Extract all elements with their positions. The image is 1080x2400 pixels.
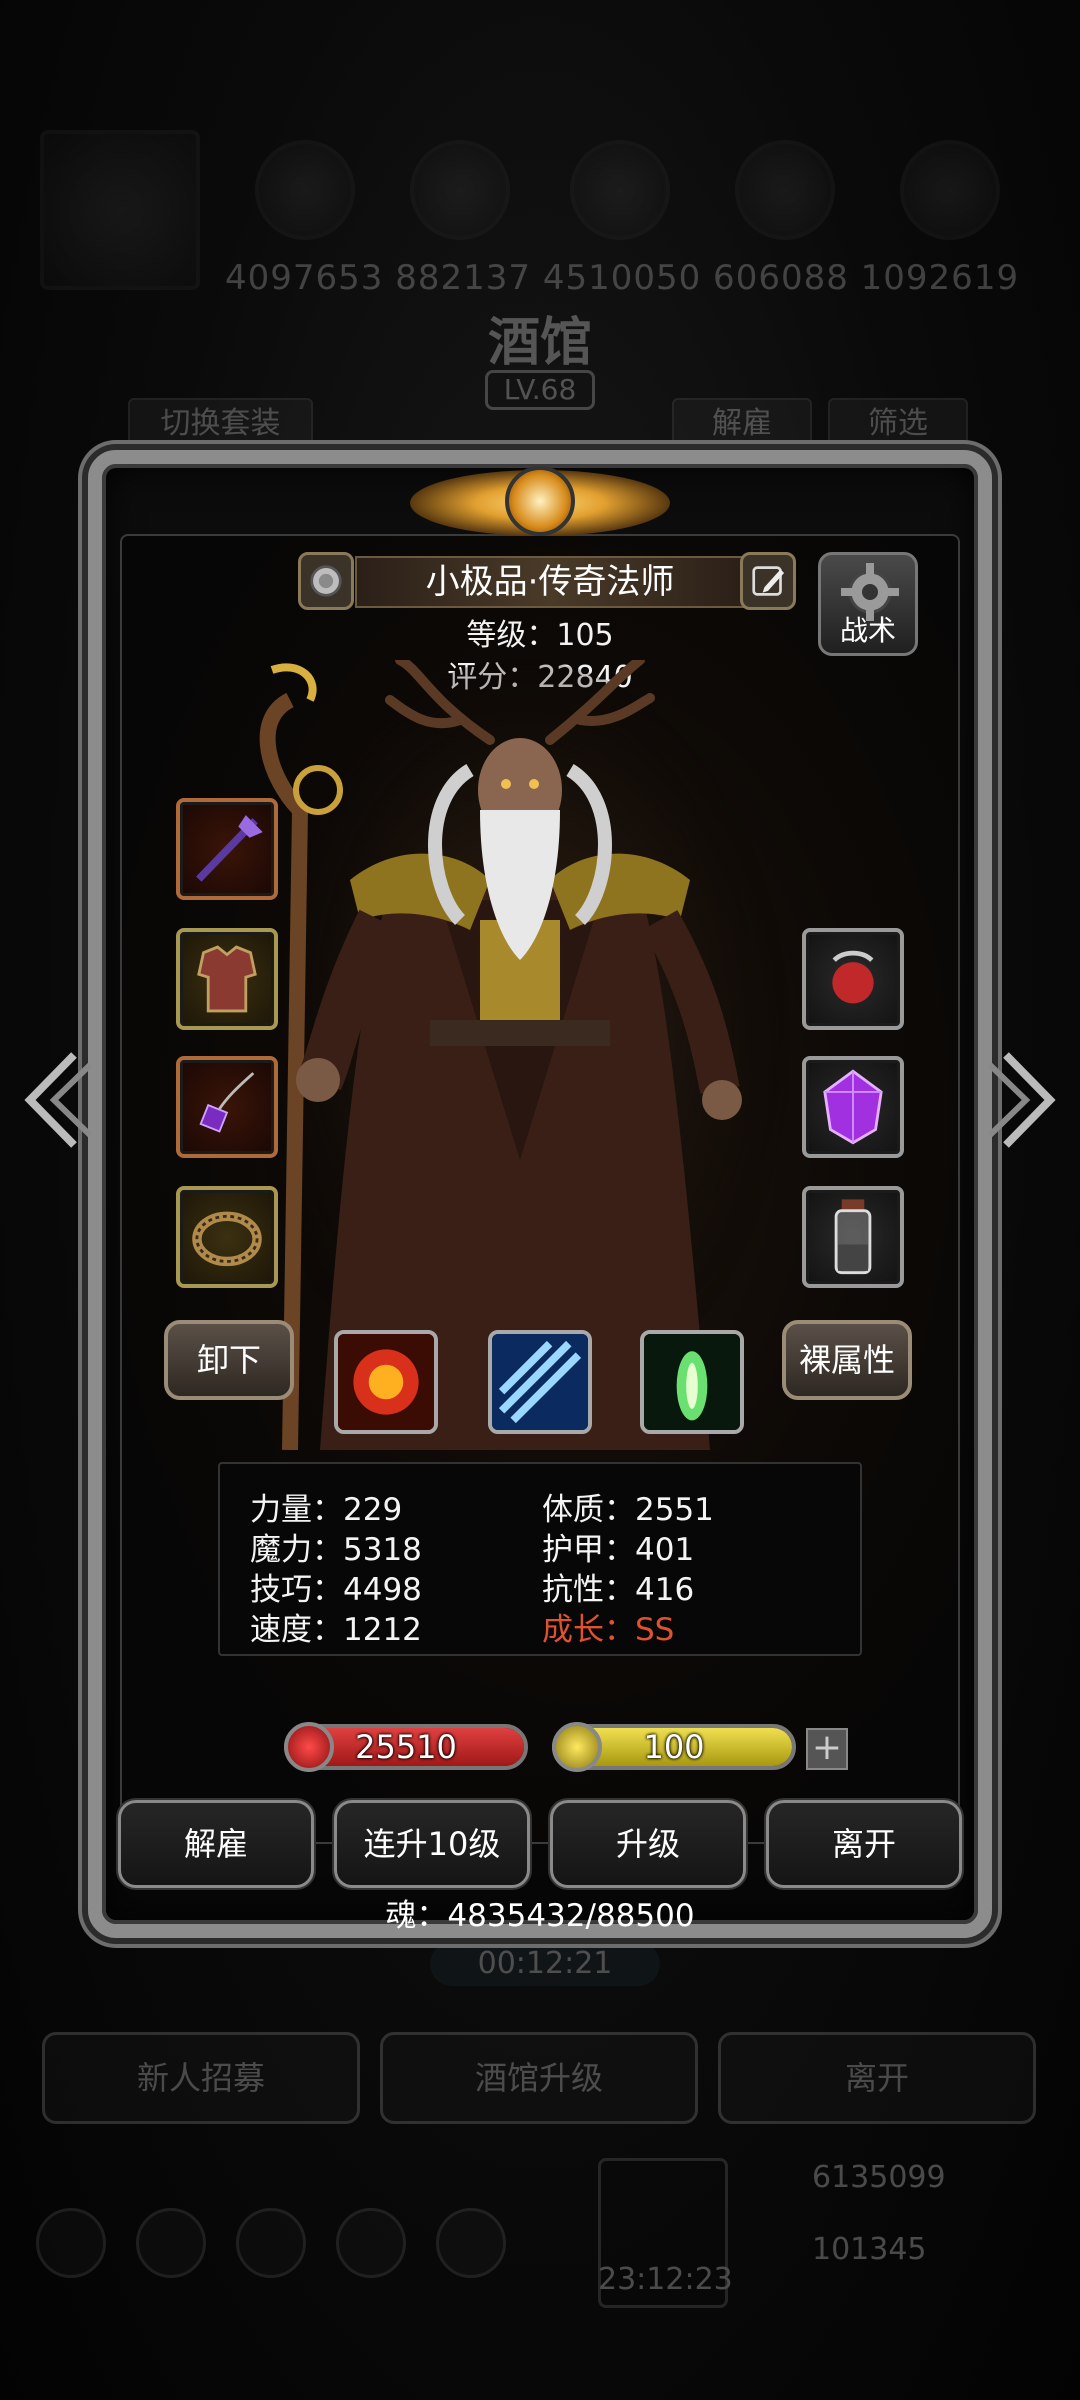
skill-slot-3[interactable] <box>640 1330 744 1434</box>
next-hero-arrow-icon[interactable] <box>986 1045 1066 1155</box>
stat-magic: 魔力：5318 <box>250 1532 422 1568</box>
level-up-button[interactable]: 升级 <box>550 1800 746 1888</box>
bg-menu-icon <box>336 2208 406 2278</box>
hero-badge-button[interactable] <box>298 552 354 610</box>
lightning-icon <box>552 1722 602 1772</box>
level-up-10-button[interactable]: 连升10级 <box>334 1800 530 1888</box>
bg-upgrade-tavern-button: 酒馆升级 <box>380 2032 698 2124</box>
bg-hero-powers: 4097653 882137 4510050 606088 1092619 <box>225 258 1020 298</box>
bg-dismiss-button: 解雇 <box>672 398 812 450</box>
ice-slash-icon <box>492 1334 588 1430</box>
bg-switch-set-button: 切换套装 <box>128 398 313 450</box>
ring-icon <box>192 1211 262 1267</box>
equip-slot-weapon[interactable] <box>176 798 278 900</box>
bg-gold-count: 6135099 <box>812 2160 946 2195</box>
bg-leave-button: 离开 <box>718 2032 1036 2124</box>
base-attributes-button[interactable]: 裸属性 <box>782 1320 912 1400</box>
gem-icon <box>823 1069 883 1145</box>
dismiss-hero-button[interactable]: 解雇 <box>118 1800 314 1888</box>
stat-constitution: 体质：2551 <box>542 1492 714 1528</box>
stat-resistance: 抗性：416 <box>542 1572 695 1608</box>
bg-bottom-timer: 23:12:23 <box>598 2262 733 2297</box>
skill-slot-1[interactable] <box>334 1330 438 1434</box>
stat-skill: 技巧：4498 <box>250 1572 422 1608</box>
bg-menu-icon <box>136 2208 206 2278</box>
bg-tavern-title: 酒馆 <box>487 312 592 373</box>
crest-emblem-icon <box>505 466 575 536</box>
tactics-button[interactable]: 战术 <box>818 552 918 656</box>
hero-name-plate: 小极品·传奇法师 <box>355 556 745 608</box>
bg-menu-icon <box>436 2208 506 2278</box>
bg-tavern-level: LV.68 <box>485 370 595 410</box>
previous-hero-arrow-icon[interactable] <box>14 1045 94 1155</box>
hero-level: 等级：105 <box>466 618 614 653</box>
equip-slot-gem[interactable] <box>802 1056 904 1158</box>
nature-light-icon <box>644 1334 740 1430</box>
equip-slot-orb[interactable] <box>802 928 904 1030</box>
amulet-icon <box>199 1072 255 1133</box>
bg-menu-icon <box>236 2208 306 2278</box>
equip-slot-potion[interactable] <box>802 1186 904 1288</box>
stat-armor: 护甲：401 <box>542 1532 695 1568</box>
bg-recruit-button: 新人招募 <box>42 2032 360 2124</box>
hero-name: 小极品·传奇法师 <box>425 562 675 602</box>
skill-slot-2[interactable] <box>488 1330 592 1434</box>
equip-slot-ring[interactable] <box>176 1186 278 1288</box>
bg-timer: 00:12:21 <box>430 1942 660 1986</box>
fire-burst-icon <box>338 1334 434 1430</box>
stat-speed: 速度：1212 <box>250 1612 422 1648</box>
bg-hero-slot <box>735 140 835 240</box>
stat-strength: 力量：229 <box>250 1492 403 1528</box>
stat-growth: 成长：SS <box>542 1612 675 1648</box>
heart-icon <box>284 1722 334 1772</box>
rename-button[interactable] <box>740 552 796 610</box>
equip-slot-armor[interactable] <box>176 928 278 1030</box>
bg-menu-icon <box>36 2208 106 2278</box>
bg-hero-slot <box>255 140 355 240</box>
armor-icon <box>197 945 257 1013</box>
bg-hero-portrait <box>40 130 200 290</box>
bg-hero-slot <box>570 140 670 240</box>
medal-icon <box>310 565 342 597</box>
unequip-button[interactable]: 卸下 <box>164 1320 294 1400</box>
bg-filter-button: 筛选 <box>828 398 968 450</box>
staff-icon <box>196 815 263 882</box>
tactics-label: 战术 <box>839 614 896 647</box>
stats-panel: 力量：229 魔力：5318 技巧：4498 速度：1212 体质：2551 护… <box>218 1462 862 1656</box>
edit-icon <box>752 566 785 596</box>
bg-hero-slot <box>410 140 510 240</box>
orb-icon <box>832 950 874 1004</box>
soul-counter: 魂：4835432/88500 <box>385 1898 695 1934</box>
equip-slot-amulet[interactable] <box>176 1056 278 1158</box>
potion-icon <box>834 1199 872 1275</box>
bg-gem-count: 101345 <box>812 2232 927 2267</box>
leave-button[interactable]: 离开 <box>766 1800 962 1888</box>
bg-hero-slot <box>900 140 1000 240</box>
add-energy-button[interactable]: + <box>806 1728 848 1770</box>
